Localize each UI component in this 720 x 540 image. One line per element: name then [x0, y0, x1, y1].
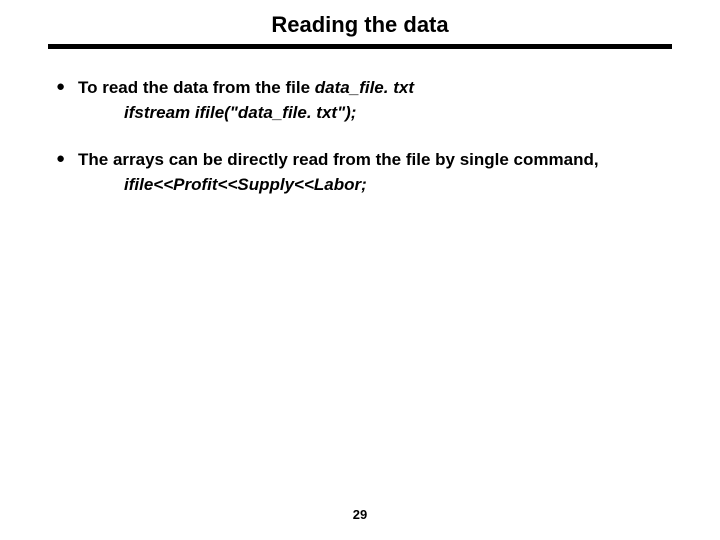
bullet-list: To read the data from the file data_file…	[48, 77, 672, 197]
bullet-text: To read the data from the file	[78, 78, 315, 97]
bullet-item: The arrays can be directly read from the…	[78, 149, 672, 197]
bullet-text: The arrays can be directly read from the…	[78, 150, 599, 169]
code-line: ifile<<Profit<<Supply<<Labor;	[78, 174, 672, 197]
title-rule	[48, 44, 672, 49]
slide-container: Reading the data To read the data from t…	[0, 0, 720, 540]
page-number: 29	[0, 507, 720, 522]
code-line: ifstream ifile("data_file. txt");	[78, 102, 672, 125]
bullet-text-italic: data_file. txt	[315, 78, 414, 97]
slide-title: Reading the data	[48, 12, 672, 44]
bullet-item: To read the data from the file data_file…	[78, 77, 672, 125]
